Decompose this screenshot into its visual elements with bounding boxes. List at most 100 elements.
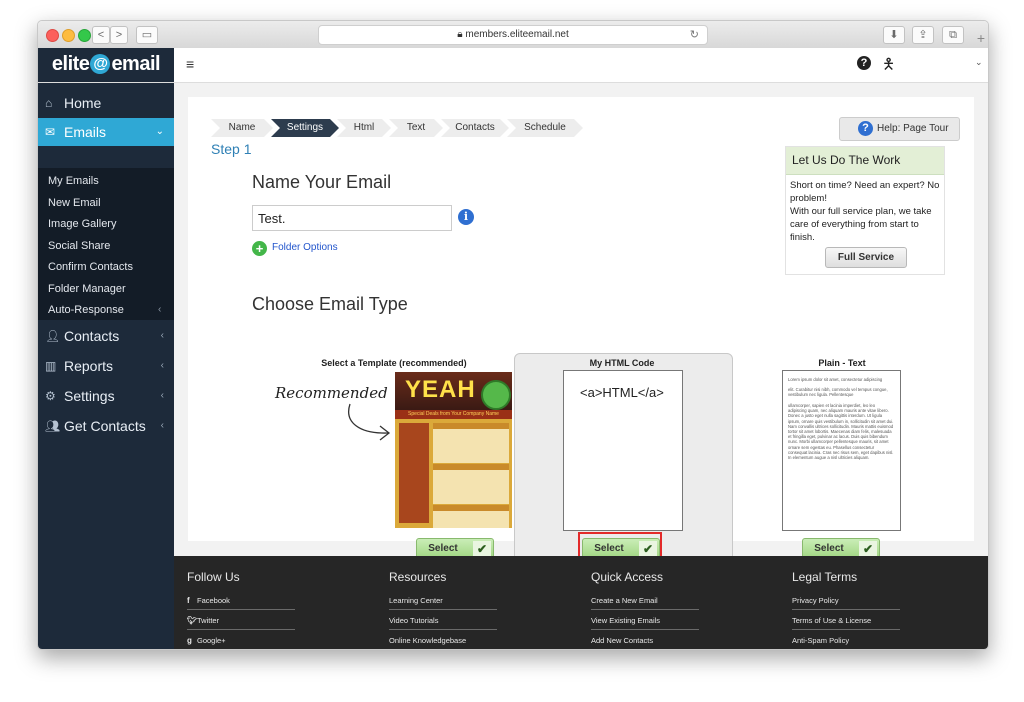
footer-link[interactable]: Anti-Spam Policy — [792, 636, 900, 649]
template-headline: YEAH — [405, 376, 476, 403]
main-content: Name Settings Html Text Contacts Schedul… — [174, 83, 988, 562]
help-page-tour-button[interactable]: ? Help: Page Tour — [839, 117, 960, 141]
hamburger-menu-icon[interactable]: ≡ — [186, 56, 194, 72]
info-icon[interactable]: i — [458, 209, 474, 225]
sidebar-item-settings[interactable]: ⚙ Settings ‹ — [38, 382, 174, 410]
recommended-label: Recommended — [275, 384, 388, 402]
sidebar-item-label: Reports — [64, 358, 114, 374]
template-type-title: Select a Template (recommended) — [321, 358, 467, 368]
step-html[interactable]: Html — [337, 119, 391, 137]
footer-link-facebook[interactable]: f Facebook — [187, 596, 295, 610]
footer-link[interactable]: View Existing Emails — [591, 616, 699, 630]
reload-icon[interactable]: ↻ — [690, 26, 699, 44]
downloads-button[interactable]: ⬇ — [883, 26, 905, 44]
forward-icon: > — [115, 29, 123, 41]
subnav-my-emails[interactable]: My Emails — [48, 175, 99, 187]
facebook-icon: f — [187, 596, 190, 605]
footer-heading: Legal Terms — [792, 570, 858, 584]
subnav-new-email[interactable]: New Email — [48, 197, 101, 209]
footer: Follow Us f Facebook 🐦︎Twitter g Google+ R… — [174, 556, 988, 649]
step-text[interactable]: Text — [389, 119, 443, 137]
step-settings[interactable]: Settings — [271, 119, 339, 137]
subnav-social-share[interactable]: Social Share — [48, 240, 110, 252]
sidebar-item-contacts[interactable]: 👤︎ Contacts ‹ — [38, 322, 174, 350]
step-name[interactable]: Name — [211, 119, 273, 137]
footer-link[interactable]: Create a New Email — [591, 596, 699, 610]
full-service-button[interactable]: Full Service — [825, 247, 907, 268]
close-window-button[interactable] — [46, 29, 59, 42]
users-icon: 👥︎ — [45, 419, 61, 433]
subnav-auto-response[interactable]: Auto-Response ‹ — [48, 304, 168, 316]
footer-link-googleplus[interactable]: g Google+ — [187, 636, 295, 649]
choose-type-heading: Choose Email Type — [252, 294, 408, 314]
new-tab-icon[interactable]: + — [977, 30, 985, 46]
chevron-left-icon: ‹ — [160, 390, 164, 401]
address-bar[interactable]: 🔒︎ members.eliteemail.net ↻ — [318, 25, 708, 45]
html-preview-text: <a>HTML</a> — [580, 385, 664, 400]
chevron-down-icon: ⌄ — [155, 126, 164, 137]
subnav-image-gallery[interactable]: Image Gallery — [48, 218, 116, 230]
forward-button[interactable]: > — [110, 26, 128, 44]
footer-link[interactable]: Video Tutorials — [389, 616, 497, 630]
bar-chart-icon: ▥ — [45, 359, 57, 373]
footer-link[interactable]: Privacy Policy — [792, 596, 900, 610]
folder-options-link[interactable]: Folder Options — [272, 242, 338, 253]
logo-at-icon: @ — [90, 54, 111, 74]
sidebar-item-label: Emails — [64, 124, 107, 140]
sidebar-item-reports[interactable]: ▥ Reports ‹ — [38, 352, 174, 380]
template-preview-image[interactable]: YEAH Special Deals from Your Company Nam… — [395, 372, 512, 528]
url-text: members.eliteemail.net — [465, 29, 569, 40]
back-icon: < — [97, 29, 105, 41]
subnav-confirm-contacts[interactable]: Confirm Contacts — [48, 261, 133, 273]
share-button[interactable]: ⇪ — [912, 26, 934, 44]
name-email-heading: Name Your Email — [252, 172, 392, 192]
sidebar-item-label: Get Contacts — [64, 418, 146, 434]
google-plus-icon: g — [187, 636, 192, 645]
footer-heading: Follow Us — [187, 570, 240, 584]
twitter-icon: 🐦︎ — [187, 616, 198, 625]
html-type-title: My HTML Code — [589, 358, 655, 368]
step-label: Step 1 — [211, 141, 252, 157]
help-icon[interactable]: ? — [857, 56, 871, 70]
footer-link[interactable]: Terms of Use & License — [792, 616, 900, 630]
html-code-preview[interactable]: <a>HTML</a> — [563, 370, 683, 531]
back-button[interactable]: < — [92, 26, 110, 44]
sidebar-item-home[interactable]: ⌂ Home — [38, 89, 174, 117]
promo-title: Let Us Do The Work — [786, 147, 944, 175]
footer-link[interactable]: Learning Center — [389, 596, 497, 610]
arrow-icon — [348, 403, 391, 441]
home-icon: ⌂ — [45, 96, 53, 110]
badge-icon — [481, 380, 511, 410]
subnav-folder-manager[interactable]: Folder Manager — [48, 283, 126, 295]
full-service-promo: Let Us Do The Work Short on time? Need a… — [785, 146, 945, 275]
subnav-label: Auto-Response — [48, 304, 124, 316]
sidebar-toggle-button[interactable]: ▭ — [136, 26, 158, 44]
tabs-button[interactable]: ⧉ — [942, 26, 964, 44]
checkmark-icon: ✔ — [859, 541, 877, 557]
logo[interactable]: elite @ email — [38, 48, 174, 82]
sidebar-item-label: Home — [64, 95, 102, 111]
user-account-icon[interactable]: 🯅 — [882, 54, 895, 79]
promo-body: Short on time? Need an expert? No proble… — [790, 180, 940, 243]
minimize-window-button[interactable] — [62, 29, 75, 42]
zoom-window-button[interactable] — [78, 29, 91, 42]
step-contacts[interactable]: Contacts — [441, 119, 509, 137]
template-banner: Special Deals from Your Company Name — [395, 410, 512, 419]
footer-link-twitter[interactable]: 🐦︎Twitter — [187, 616, 295, 630]
footer-link[interactable]: Add New Contacts — [591, 636, 699, 649]
chevron-left-icon: ‹ — [158, 304, 162, 315]
chevron-down-icon[interactable]: ⌄ — [975, 57, 983, 68]
footer-heading: Quick Access — [591, 570, 664, 584]
sidebar-item-emails[interactable]: ✉ Emails ⌄ — [38, 118, 174, 146]
email-name-input[interactable]: Test. — [252, 205, 452, 231]
question-icon: ? — [858, 121, 873, 136]
emails-submenu: My Emails New Email Image Gallery Social… — [38, 168, 174, 320]
sidebar-item-get-contacts[interactable]: 👥︎ Get Contacts ‹ — [38, 412, 174, 440]
tabs-icon: ⧉ — [949, 29, 957, 41]
email-wizard-card: Name Settings Html Text Contacts Schedul… — [188, 97, 974, 562]
footer-link[interactable]: Online Knowledgebase — [389, 636, 497, 649]
plain-text-preview[interactable]: Lorem ipsum dolor sit amet, consectetur … — [782, 370, 901, 531]
step-schedule[interactable]: Schedule — [507, 119, 583, 137]
sidebar: ⌂ Home ✉ Emails ⌄ My Emails New Email Im… — [38, 83, 174, 649]
plus-circle-icon[interactable]: + — [252, 241, 267, 256]
